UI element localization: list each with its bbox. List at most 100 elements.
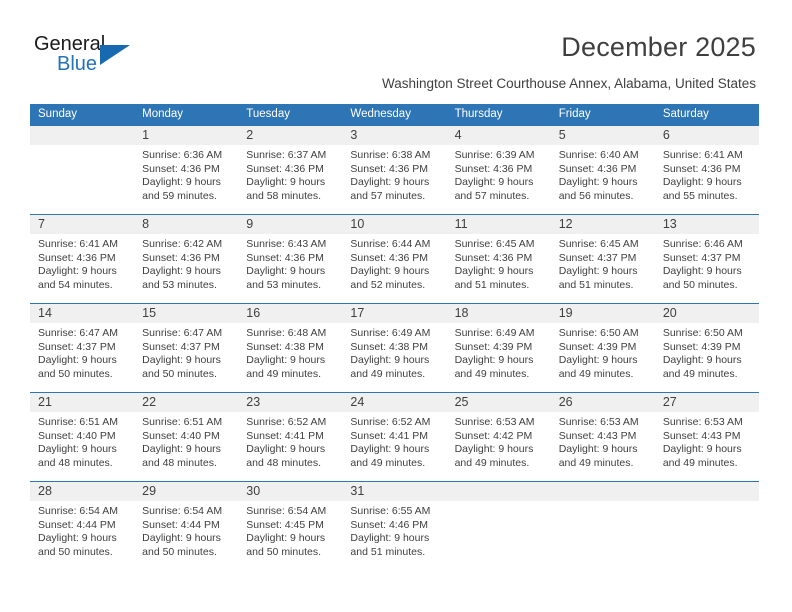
calendar-day-cell[interactable]: 24 Sunrise: 6:52 AM Sunset: 4:41 PM Dayligh… [342,392,447,482]
daylight-text-line2: and 49 minutes. [558,367,634,380]
calendar-cell-inner: 3 Sunrise: 6:38 AM Sunset: 4:36 PM Daylight… [342,126,447,214]
day-astronomy-info: Sunrise: 6:53 AM Sunset: 4:43 PM Daylight:… [655,412,759,470]
day-number: 1 [134,126,239,145]
sunrise-text: Sunrise: 6:45 AM [454,238,535,250]
calendar-day-cell[interactable]: 3 Sunrise: 6:38 AM Sunset: 4:36 PM Daylight… [342,125,447,215]
day-number [30,126,135,145]
sunset-text: Sunset: 4:46 PM [350,518,429,531]
calendar-header-row: Sunday Monday Tuesday Wednesday Thursday… [30,104,759,126]
sunset-text: Sunset: 4:36 PM [558,162,637,175]
daylight-text-line2: and 57 minutes. [454,189,530,202]
calendar-day-cell[interactable]: 27 Sunrise: 6:53 AM Sunset: 4:43 PM Dayligh… [654,392,759,482]
calendar-cell-inner: 24 Sunrise: 6:52 AM Sunset: 4:41 PM Dayligh… [342,393,447,481]
calendar-day-cell[interactable]: 30 Sunrise: 6:54 AM Sunset: 4:45 PM Dayligh… [238,481,343,570]
day-number: 31 [342,482,447,501]
calendar-day-cell[interactable]: 8 Sunrise: 6:42 AM Sunset: 4:36 PM Daylight… [134,214,239,304]
page-header: General Blue December 2025 Washington St… [0,0,792,100]
calendar-day-cell[interactable]: 21 Sunrise: 6:51 AM Sunset: 4:40 PM Dayligh… [30,392,135,482]
calendar-body: 1 Sunrise: 6:36 AM Sunset: 4:36 PM Daylight… [30,125,759,570]
calendar-day-cell[interactable]: 7 Sunrise: 6:41 AM Sunset: 4:36 PM Daylight… [30,214,135,304]
daylight-text-line1: Daylight: 9 hours [454,443,534,456]
sunrise-text: Sunrise: 6:46 AM [662,238,743,250]
calendar-day-cell[interactable]: 2 Sunrise: 6:37 AM Sunset: 4:36 PM Daylight… [238,125,343,215]
calendar-cell-empty [550,481,655,570]
calendar-day-cell[interactable]: 4 Sunrise: 6:39 AM Sunset: 4:36 PM Daylight… [446,125,551,215]
sunrise-text: Sunrise: 6:48 AM [246,327,327,339]
calendar-day-cell[interactable]: 19 Sunrise: 6:50 AM Sunset: 4:39 PM Dayligh… [550,303,655,393]
day-number: 9 [238,215,343,234]
calendar-day-cell[interactable]: 22 Sunrise: 6:51 AM Sunset: 4:40 PM Dayligh… [134,392,239,482]
calendar-day-cell[interactable]: 26 Sunrise: 6:53 AM Sunset: 4:43 PM Dayligh… [550,392,655,482]
sunset-text: Sunset: 4:36 PM [246,251,324,264]
daylight-text-line2: and 51 minutes. [558,278,634,291]
calendar-day-cell[interactable]: 1 Sunrise: 6:36 AM Sunset: 4:36 PM Daylight… [134,125,239,215]
calendar-day-cell[interactable]: 11 Sunrise: 6:45 AM Sunset: 4:36 PM Dayligh… [446,214,551,304]
calendar-day-cell[interactable]: 29 Sunrise: 6:54 AM Sunset: 4:44 PM Dayligh… [134,481,239,570]
calendar-day-cell[interactable]: 5 Sunrise: 6:40 AM Sunset: 4:36 PM Daylight… [550,125,655,215]
sunrise-text: Sunrise: 6:43 AM [246,238,327,250]
sunset-text: Sunset: 4:37 PM [142,340,220,353]
day-astronomy-info: Sunrise: 6:52 AM Sunset: 4:41 PM Daylight:… [238,412,342,470]
day-number: 25 [446,393,551,412]
daylight-text-line1: Daylight: 9 hours [558,354,638,367]
sunrise-text: Sunrise: 6:37 AM [246,149,327,161]
calendar-day-cell[interactable]: 20 Sunrise: 6:50 AM Sunset: 4:39 PM Dayligh… [654,303,759,393]
calendar-day-cell[interactable]: 23 Sunrise: 6:52 AM Sunset: 4:41 PM Dayligh… [238,392,343,482]
calendar-day-cell[interactable]: 31 Sunrise: 6:55 AM Sunset: 4:46 PM Dayligh… [342,481,447,570]
daylight-text-line2: and 48 minutes. [142,456,217,469]
calendar-day-cell[interactable]: 28 Sunrise: 6:54 AM Sunset: 4:44 PM Dayligh… [30,481,135,570]
sunset-text: Sunset: 4:39 PM [558,340,637,353]
sunset-text: Sunset: 4:36 PM [142,251,220,264]
calendar-day-cell[interactable]: 14 Sunrise: 6:47 AM Sunset: 4:37 PM Dayligh… [30,303,135,393]
day-number: 24 [342,393,447,412]
calendar-cell-inner: 15 Sunrise: 6:47 AM Sunset: 4:37 PM Dayligh… [134,304,239,392]
sunrise-text: Sunrise: 6:39 AM [454,149,535,161]
sunrise-text: Sunrise: 6:49 AM [454,327,535,339]
day-astronomy-info: Sunrise: 6:55 AM Sunset: 4:46 PM Daylight:… [342,501,446,559]
sunset-text: Sunset: 4:38 PM [246,340,324,353]
sunset-text: Sunset: 4:36 PM [246,162,324,175]
day-number: 16 [238,304,343,323]
sunset-text: Sunset: 4:36 PM [454,162,533,175]
daylight-text-line1: Daylight: 9 hours [662,176,742,189]
daylight-text-line2: and 48 minutes. [38,456,113,469]
day-number: 13 [654,215,759,234]
calendar-cell-inner: 26 Sunrise: 6:53 AM Sunset: 4:43 PM Dayligh… [550,393,655,481]
daylight-text-line2: and 53 minutes. [246,278,321,291]
calendar-day-cell[interactable]: 10 Sunrise: 6:44 AM Sunset: 4:36 PM Dayligh… [342,214,447,304]
calendar-day-cell[interactable]: 6 Sunrise: 6:41 AM Sunset: 4:36 PM Daylight… [654,125,759,215]
day-astronomy-info: Sunrise: 6:48 AM Sunset: 4:38 PM Daylight:… [238,323,342,381]
calendar-day-cell[interactable]: 16 Sunrise: 6:48 AM Sunset: 4:38 PM Dayligh… [238,303,343,393]
daylight-text-line1: Daylight: 9 hours [38,265,117,278]
calendar-week-row: 21 Sunrise: 6:51 AM Sunset: 4:40 PM Dayligh… [30,392,759,482]
calendar-cell-inner: 17 Sunrise: 6:49 AM Sunset: 4:38 PM Dayligh… [342,304,447,392]
daylight-text-line1: Daylight: 9 hours [454,354,534,367]
weekday-header-tuesday: Tuesday [238,104,343,126]
day-number: 20 [654,304,759,323]
day-number: 7 [30,215,135,234]
sunset-text: Sunset: 4:39 PM [454,340,533,353]
calendar-day-cell[interactable]: 18 Sunrise: 6:49 AM Sunset: 4:39 PM Dayligh… [446,303,551,393]
day-number [446,482,551,501]
calendar-day-cell[interactable]: 12 Sunrise: 6:45 AM Sunset: 4:37 PM Dayligh… [550,214,655,304]
day-astronomy-info: Sunrise: 6:47 AM Sunset: 4:37 PM Daylight:… [134,323,238,381]
calendar-day-cell[interactable]: 17 Sunrise: 6:49 AM Sunset: 4:38 PM Dayligh… [342,303,447,393]
daylight-text-line1: Daylight: 9 hours [142,354,221,367]
calendar-day-cell[interactable]: 13 Sunrise: 6:46 AM Sunset: 4:37 PM Dayligh… [654,214,759,304]
day-number: 29 [134,482,239,501]
day-astronomy-info: Sunrise: 6:45 AM Sunset: 4:37 PM Daylight:… [551,234,655,292]
day-astronomy-info: Sunrise: 6:42 AM Sunset: 4:36 PM Daylight:… [134,234,238,292]
calendar-day-cell[interactable]: 25 Sunrise: 6:53 AM Sunset: 4:42 PM Dayligh… [446,392,551,482]
calendar-cell-inner: 4 Sunrise: 6:39 AM Sunset: 4:36 PM Daylight… [446,126,551,214]
sunrise-text: Sunrise: 6:53 AM [558,416,639,428]
day-number: 10 [342,215,447,234]
weekday-header-friday: Friday [550,104,655,126]
sunrise-text: Sunrise: 6:36 AM [142,149,223,161]
day-number: 21 [30,393,135,412]
day-number: 27 [654,393,759,412]
calendar-day-cell[interactable]: 9 Sunrise: 6:43 AM Sunset: 4:36 PM Daylight… [238,214,343,304]
calendar-day-cell[interactable]: 15 Sunrise: 6:47 AM Sunset: 4:37 PM Dayligh… [134,303,239,393]
daylight-text-line1: Daylight: 9 hours [246,532,326,545]
day-astronomy-info: Sunrise: 6:51 AM Sunset: 4:40 PM Daylight:… [134,412,238,470]
month-calendar: Sunday Monday Tuesday Wednesday Thursday… [30,104,759,570]
